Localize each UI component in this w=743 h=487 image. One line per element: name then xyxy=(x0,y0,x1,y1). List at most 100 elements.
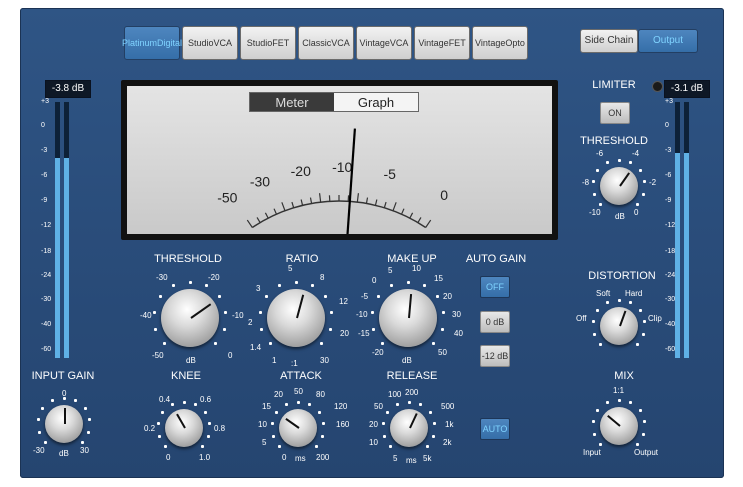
mode-button-sublabel: FET xyxy=(272,38,290,48)
knob-scale-tick xyxy=(157,434,161,438)
vu-scale-label: -10 xyxy=(332,159,352,175)
auto-gain-off-button[interactable]: OFF xyxy=(480,276,510,298)
meter-scale-label: -6 xyxy=(665,172,672,179)
knob-pointer xyxy=(607,414,621,427)
ratio-scale-label: 3 xyxy=(256,284,261,293)
input-gain-scale-label: -30 xyxy=(33,446,45,455)
knob-scale-tick xyxy=(164,444,168,448)
limiter-threshold-scale-label: -10 xyxy=(589,208,601,217)
threshold-scale-label: -40 xyxy=(140,311,152,320)
meter-channel xyxy=(55,102,60,358)
threshold-knob[interactable] xyxy=(161,289,219,347)
input-gain-knob[interactable] xyxy=(45,405,83,443)
distortion-knob[interactable] xyxy=(600,307,638,345)
knob-pointer xyxy=(176,413,186,429)
vu-tick xyxy=(356,193,360,203)
knob-scale-tick xyxy=(278,444,282,448)
knob-scale-tick xyxy=(310,284,314,288)
vu-tick xyxy=(401,208,405,215)
ratio-knob[interactable] xyxy=(267,289,325,347)
vu-tick xyxy=(256,217,261,223)
release-knob[interactable] xyxy=(390,409,428,447)
knob-scale-tick xyxy=(395,403,399,407)
release-scale-label: 1k xyxy=(445,420,454,429)
release-scale-label: ms xyxy=(406,456,417,465)
knob-pointer xyxy=(408,293,413,319)
mode-button-vintage-opto[interactable]: Vintage Opto xyxy=(472,26,528,60)
makeup-scale-label: 5 xyxy=(388,266,393,275)
meter-scale-label: -9 xyxy=(665,197,672,204)
mix-scale-label: Input xyxy=(583,448,601,457)
meter-scale-label: 0 xyxy=(41,122,45,129)
limiter-threshold-knob[interactable] xyxy=(600,167,638,205)
auto-gain-0db-button[interactable]: 0 dB xyxy=(480,311,510,333)
knob-scale-tick xyxy=(635,202,639,206)
distortion-scale-label: Off xyxy=(576,314,587,323)
knob-scale-tick xyxy=(638,169,642,173)
side-chain-button[interactable]: Side Chain xyxy=(580,29,638,53)
mode-button-label: Vintage xyxy=(359,38,390,48)
meter-scale-label: -9 xyxy=(41,197,48,204)
makeup-knob[interactable] xyxy=(379,289,437,347)
vu-scale-label: -50 xyxy=(217,189,237,205)
mode-button-studio-vca[interactable]: Studio VCA xyxy=(182,26,238,60)
release-scale-label: 100 xyxy=(388,390,402,399)
meter-scale-label: -30 xyxy=(41,296,52,303)
knob-pointer xyxy=(285,418,300,429)
auto-gain-minus12-button[interactable]: -12 dB xyxy=(480,345,510,367)
ratio-label: RATIO xyxy=(285,253,319,265)
knob-scale-tick xyxy=(386,411,390,415)
limiter-threshold-scale-label: -2 xyxy=(649,178,657,187)
mode-button-vintage-vca[interactable]: Vintage VCA xyxy=(356,26,412,60)
knee-knob[interactable] xyxy=(165,409,203,447)
knob-scale-tick xyxy=(275,411,279,415)
output-level-readout: -3.1 dB xyxy=(664,80,710,98)
vu-tick xyxy=(291,201,295,208)
attack-scale-label: 160 xyxy=(336,420,350,429)
ratio-scale-label: 30 xyxy=(320,356,329,365)
knob-scale-tick xyxy=(194,403,198,407)
output-button[interactable]: Output xyxy=(638,29,698,53)
knob-pointer xyxy=(64,408,66,424)
knob-scale-tick xyxy=(591,180,595,184)
makeup-scale-label: 50 xyxy=(438,348,447,357)
meter-scale-label: -18 xyxy=(41,248,52,255)
knob-scale-tick xyxy=(321,434,325,438)
knob-scale-tick xyxy=(258,310,262,314)
knob-scale-tick xyxy=(635,342,639,346)
knee-scale-label: 1.0 xyxy=(199,453,211,462)
knob-scale-tick xyxy=(591,420,595,424)
vu-tick xyxy=(365,197,369,204)
ratio-scale-label: 8 xyxy=(320,273,325,282)
knob-scale-tick xyxy=(425,444,429,448)
release-auto-button[interactable]: AUTO xyxy=(480,418,510,440)
makeup-scale-label: -20 xyxy=(372,348,384,357)
mix-label: MIX xyxy=(614,370,634,382)
mix-knob[interactable] xyxy=(600,407,638,445)
mode-button-studio-fet[interactable]: Studio FET xyxy=(240,26,296,60)
knob-scale-tick xyxy=(592,192,596,196)
knob-scale-tick xyxy=(629,401,633,405)
ratio-scale-label: 5 xyxy=(288,264,293,273)
attack-knob[interactable] xyxy=(279,409,317,447)
knob-scale-tick xyxy=(217,295,221,299)
limiter-on-button[interactable]: ON xyxy=(600,102,630,124)
limiter-threshold-scale-label: -6 xyxy=(596,149,604,158)
knob-scale-tick xyxy=(296,400,300,404)
ratio-scale-label: 1 xyxy=(272,356,277,365)
mode-button-platinum-digital[interactable]: Platinum Digital xyxy=(122,26,182,60)
knee-scale-label: 0 xyxy=(166,453,171,462)
mode-button-sublabel: VCA xyxy=(213,38,233,48)
makeup-scale-label: 0 xyxy=(372,276,377,285)
mode-button-vintage-fet[interactable]: Vintage FET xyxy=(414,26,470,60)
threshold-scale-label: 0 xyxy=(228,351,233,360)
knob-scale-tick xyxy=(377,295,381,299)
knob-pointer xyxy=(619,310,627,327)
distortion-scale-label: Hard xyxy=(625,289,643,298)
limiter-threshold-scale-label: 0 xyxy=(634,208,639,217)
vu-scale-label: -30 xyxy=(250,174,270,190)
limiter-led-icon xyxy=(652,81,663,92)
mode-button-classic-vca[interactable]: Classic VCA xyxy=(298,26,354,60)
attack-scale-label: ms xyxy=(295,454,306,463)
knob-scale-tick xyxy=(432,434,436,438)
